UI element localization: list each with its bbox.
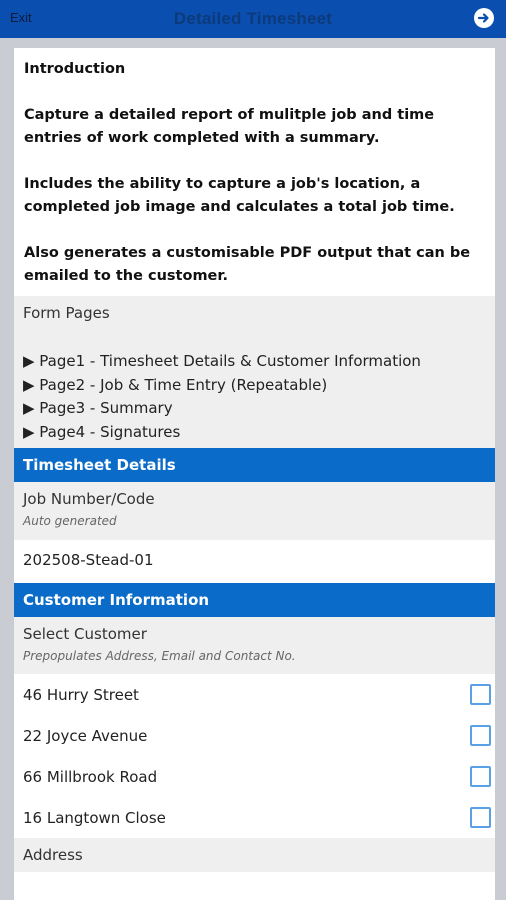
exit-button[interactable]: Exit <box>10 10 32 25</box>
form-pages-label: Form Pages <box>23 304 110 322</box>
customer-option[interactable]: 22 Joyce Avenue <box>14 715 495 756</box>
intro-paragraph-1: Capture a detailed report of mulitple jo… <box>24 107 435 146</box>
select-customer-label: Select Customer <box>23 625 147 643</box>
next-button[interactable] <box>474 8 494 28</box>
select-customer-hint: Prepopulates Address, Email and Contact … <box>23 649 296 663</box>
customer-option[interactable]: 16 Langtown Close <box>14 797 495 838</box>
address-label: Address <box>23 846 83 864</box>
form-page-item: ▶ Page1 - Timesheet Details & Customer I… <box>23 352 421 370</box>
customer-checkbox[interactable] <box>470 684 491 705</box>
form-pages-section: Form Pages ▶ Page1 - Timesheet Details &… <box>14 296 495 448</box>
customer-checkbox[interactable] <box>470 807 491 828</box>
customer-option-label: 66 Millbrook Road <box>23 767 158 786</box>
customer-option-label: 22 Joyce Avenue <box>23 726 148 745</box>
customer-option-label: 16 Langtown Close <box>23 808 166 827</box>
customer-checkbox[interactable] <box>470 766 491 787</box>
intro-paragraph-2: Includes the ability to capture a job's … <box>24 176 455 215</box>
form-page-item: ▶ Page3 - Summary <box>23 399 173 417</box>
customer-option[interactable]: 46 Hurry Street <box>14 674 495 715</box>
title-bar: Exit Detailed Timesheet <box>0 0 506 38</box>
job-number-input[interactable]: 202508-Stead-01 <box>14 540 495 580</box>
form-pages-list: ▶ Page1 - Timesheet Details & Customer I… <box>23 350 486 444</box>
intro-paragraph-3: Also generates a customisable PDF output… <box>24 245 471 284</box>
form-panel: Introduction Capture a detailed report o… <box>14 48 495 900</box>
form-page-item: ▶ Page4 - Signatures <box>23 422 181 441</box>
introduction-section: Introduction Capture a detailed report o… <box>14 48 495 288</box>
customer-option[interactable]: 66 Millbrook Road <box>14 756 495 797</box>
customer-option-label: 46 Hurry Street <box>23 685 139 704</box>
customer-checkbox[interactable] <box>470 725 491 746</box>
address-input[interactable] <box>14 872 495 900</box>
job-number-label: Job Number/Code <box>23 490 155 508</box>
address-field: Address <box>14 838 495 872</box>
timesheet-details-header: Timesheet Details <box>14 448 495 482</box>
select-customer-field: Select Customer Prepopulates Address, Em… <box>14 617 495 674</box>
customer-information-header: Customer Information <box>14 583 495 617</box>
intro-heading: Introduction <box>24 61 126 77</box>
page-title: Detailed Timesheet <box>173 9 333 28</box>
form-page-item: ▶ Page2 - Job & Time Entry (Repeatable) <box>23 375 328 394</box>
job-number-hint: Auto generated <box>23 514 117 528</box>
job-number-field: Job Number/Code Auto generated <box>14 482 495 540</box>
arrow-right-circle-icon <box>477 13 489 23</box>
